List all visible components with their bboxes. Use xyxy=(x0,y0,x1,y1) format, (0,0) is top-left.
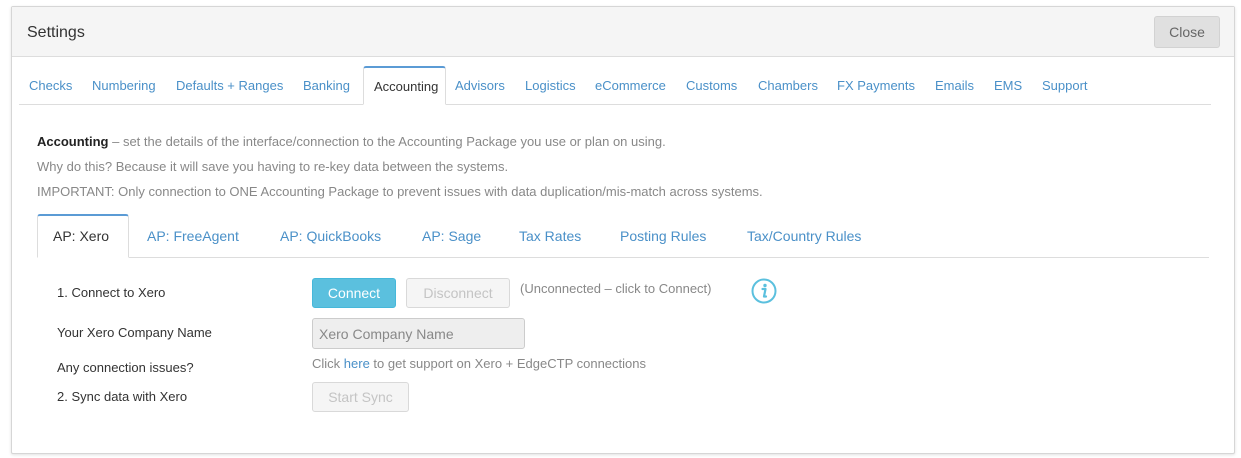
support-help-text: Click here to get support on Xero + Edge… xyxy=(312,356,646,371)
company-name-input[interactable] xyxy=(312,318,525,349)
tab-advisors[interactable]: Advisors xyxy=(445,66,515,105)
subtab-ap-sage[interactable]: AP: Sage xyxy=(407,214,496,258)
sync-label: 2. Sync data with Xero xyxy=(57,389,188,404)
intro-line-3: IMPORTANT: Only connection to ONE Accoun… xyxy=(37,184,763,199)
panel-title: Settings xyxy=(27,24,85,41)
info-circle-icon[interactable] xyxy=(751,278,777,304)
disconnect-button[interactable]: Disconnect xyxy=(406,278,510,308)
intro-line-1: Accounting – set the details of the inte… xyxy=(37,134,666,149)
subtab-ap-xero[interactable]: AP: Xero xyxy=(37,214,129,258)
help-prefix: Click xyxy=(312,356,344,371)
company-name-label: Your Xero Company Name xyxy=(57,325,212,340)
subtab-tax-country-rules[interactable]: Tax/Country Rules xyxy=(732,214,876,258)
intro-heading: Accounting xyxy=(37,134,109,149)
connect-button[interactable]: Connect xyxy=(312,278,396,308)
intro-line-2: Why do this? Because it will save you ha… xyxy=(37,159,509,174)
tab-customs[interactable]: Customs xyxy=(676,66,747,105)
tab-ems[interactable]: EMS xyxy=(984,66,1032,105)
tab-logistics[interactable]: Logistics xyxy=(515,66,586,105)
tab-support[interactable]: Support xyxy=(1032,66,1098,105)
tab-accounting[interactable]: Accounting xyxy=(363,66,446,105)
tab-emails[interactable]: Emails xyxy=(925,66,984,105)
tab-defaults-ranges[interactable]: Defaults + Ranges xyxy=(166,66,293,105)
tab-chambers[interactable]: Chambers xyxy=(748,66,828,105)
main-tab-bar: Checks Numbering Defaults + Ranges Banki… xyxy=(19,64,1211,105)
support-here-link[interactable]: here xyxy=(344,356,370,371)
subtab-ap-freeagent[interactable]: AP: FreeAgent xyxy=(132,214,254,258)
subtab-posting-rules[interactable]: Posting Rules xyxy=(605,214,721,258)
close-button[interactable]: Close xyxy=(1154,16,1220,48)
subtab-tax-rates[interactable]: Tax Rates xyxy=(504,214,596,258)
connection-issues-label: Any connection issues? xyxy=(57,360,194,375)
sub-tab-bar: AP: Xero AP: FreeAgent AP: QuickBooks AP… xyxy=(37,213,1209,258)
start-sync-button[interactable]: Start Sync xyxy=(312,382,409,412)
tab-numbering[interactable]: Numbering xyxy=(82,66,166,105)
tab-ecommerce[interactable]: eCommerce xyxy=(585,66,676,105)
help-suffix: to get support on Xero + EdgeCTP connect… xyxy=(369,356,646,371)
panel-header: Settings Close xyxy=(12,7,1234,57)
subtab-ap-quickbooks[interactable]: AP: QuickBooks xyxy=(265,214,396,258)
intro-description: – set the details of the interface/conne… xyxy=(108,134,666,149)
tab-checks[interactable]: Checks xyxy=(19,66,82,105)
tab-banking[interactable]: Banking xyxy=(293,66,360,105)
tab-fx-payments[interactable]: FX Payments xyxy=(827,66,925,105)
connection-status: (Unconnected – click to Connect) xyxy=(520,281,712,296)
connect-label: 1. Connect to Xero xyxy=(57,285,166,300)
